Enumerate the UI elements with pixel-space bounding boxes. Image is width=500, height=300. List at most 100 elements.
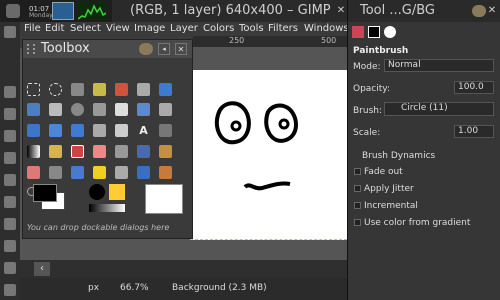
incremental-checkbox[interactable] (354, 202, 361, 209)
left-dock-strip (0, 22, 20, 300)
paths-icon[interactable] (27, 103, 40, 116)
brush-select[interactable]: Circle (11) (384, 102, 494, 116)
foreground-select-icon[interactable] (159, 83, 172, 96)
strip-item-icon[interactable] (4, 262, 16, 274)
horizontal-ruler[interactable]: 250 500 (193, 36, 347, 48)
perspective-icon[interactable] (93, 124, 106, 137)
strip-item-icon[interactable] (4, 284, 16, 296)
zoom-select[interactable]: 66.7% (120, 283, 149, 293)
close-icon[interactable]: ✕ (175, 43, 187, 55)
paintbrush-icon[interactable] (71, 145, 84, 158)
zoom-icon[interactable] (71, 103, 84, 116)
gradient-label: Use color from gradient (364, 218, 471, 228)
gimp-logo-icon (472, 5, 486, 17)
mode-label: Mode: (353, 62, 381, 72)
strip-item-icon[interactable] (4, 218, 16, 230)
free-select-icon[interactable] (71, 83, 84, 96)
drag-handle-icon[interactable] (27, 44, 35, 54)
brush-preview[interactable] (89, 184, 105, 200)
perspective-clone-icon[interactable] (49, 166, 62, 179)
menu-colors[interactable]: Colors (203, 22, 234, 36)
gradient-preview[interactable] (89, 204, 125, 212)
mode-select[interactable]: Normal (384, 59, 494, 72)
scissors-icon[interactable] (137, 83, 150, 96)
align-icon[interactable] (137, 103, 150, 116)
clone-icon[interactable] (159, 145, 172, 158)
dodge-burn-icon[interactable] (137, 166, 150, 179)
color-picker-2-icon[interactable] (159, 166, 172, 179)
rect-select-icon[interactable] (27, 83, 40, 96)
gimp-logo-icon (139, 43, 153, 55)
strip-item-icon[interactable] (4, 152, 16, 164)
rotate-icon[interactable] (27, 124, 40, 137)
image-canvas[interactable] (190, 70, 347, 240)
menu-windows[interactable]: Windows (304, 22, 349, 36)
select-by-color-icon[interactable] (115, 83, 128, 96)
paintbrush-tab-icon[interactable] (352, 26, 364, 38)
scale-icon[interactable] (49, 124, 62, 137)
eraser-icon[interactable] (93, 145, 106, 158)
menu-arrow-icon[interactable]: ◂ (158, 43, 170, 55)
strip-item-icon[interactable] (4, 196, 16, 208)
move-icon[interactable] (115, 103, 128, 116)
menu-image[interactable]: Image (134, 22, 165, 36)
crop-icon[interactable] (159, 103, 172, 116)
strip-item-icon[interactable] (4, 86, 16, 98)
menu-view[interactable]: View (106, 22, 130, 36)
fg-bg-tab-icon[interactable] (368, 26, 380, 38)
measure-icon[interactable] (93, 103, 106, 116)
menu-file[interactable]: File (24, 22, 41, 36)
fade-out-label: Fade out (364, 167, 403, 177)
active-image-thumbnail[interactable] (145, 184, 183, 214)
color-picker-icon[interactable] (49, 103, 62, 116)
brush-tab-icon[interactable] (384, 26, 396, 38)
shear-icon[interactable] (71, 124, 84, 137)
scroll-left-icon[interactable]: ‹ (34, 262, 50, 276)
blend-icon[interactable] (27, 145, 40, 158)
menu-layer[interactable]: Layer (170, 22, 198, 36)
menu-filters[interactable]: Filters (268, 22, 298, 36)
airbrush-icon[interactable] (115, 145, 128, 158)
heal-cross-icon[interactable] (93, 166, 106, 179)
fuzzy-select-icon[interactable] (93, 83, 106, 96)
scale-value[interactable]: 1.00 (454, 125, 494, 138)
smudge-icon[interactable] (115, 166, 128, 179)
strip-item-icon[interactable] (4, 174, 16, 186)
strip-item-icon[interactable] (4, 130, 16, 142)
brush-dynamics-expander[interactable]: Brush Dynamics (362, 151, 435, 161)
clock-date: Monday (29, 12, 53, 19)
menu-edit[interactable]: Edit (45, 22, 64, 36)
opacity-value[interactable]: 100.0 (454, 81, 494, 94)
fade-out-checkbox[interactable] (354, 168, 361, 175)
foreground-color-swatch[interactable] (33, 184, 57, 202)
top-panel: 01:07 Monday (RGB, 1 layer) 640x400 – GI… (0, 0, 500, 22)
app-menu-icon[interactable] (6, 4, 20, 18)
blur-icon[interactable] (71, 166, 84, 179)
strip-item-icon[interactable] (4, 26, 16, 38)
dock-close-icon[interactable]: ✕ (486, 5, 498, 17)
apply-jitter-checkbox[interactable] (354, 185, 361, 192)
toolbox-dialog: Toolbox ◂ ✕ A You can drop dockable dial… (22, 39, 193, 239)
bucket-fill-icon[interactable] (159, 124, 172, 137)
apply-jitter-label: Apply Jitter (364, 184, 414, 194)
pencil-icon[interactable] (49, 145, 62, 158)
gradient-checkbox[interactable] (354, 219, 361, 226)
ink-icon[interactable] (137, 145, 150, 158)
ellipse-select-icon[interactable] (49, 83, 62, 96)
menu-select[interactable]: Select (70, 22, 101, 36)
unit-select[interactable]: px (88, 283, 99, 293)
pattern-preview[interactable] (109, 184, 125, 200)
menu-tools[interactable]: Tools (239, 22, 264, 36)
monitor-icon[interactable] (52, 2, 74, 20)
strip-item-icon[interactable] (4, 108, 16, 120)
status-info: Background (2.3 MB) (172, 283, 267, 293)
text-icon[interactable]: A (137, 124, 150, 137)
opacity-label: Opacity: (353, 84, 390, 94)
horizontal-scrollbar[interactable]: ‹ (20, 260, 347, 278)
heal-icon[interactable] (27, 166, 40, 179)
system-monitor-graph[interactable] (77, 2, 107, 20)
toolbox-header[interactable]: Toolbox ◂ ✕ (23, 40, 192, 58)
window-close-icon[interactable]: ✕ (335, 5, 347, 17)
strip-item-icon[interactable] (4, 240, 16, 252)
flip-icon[interactable] (115, 124, 128, 137)
